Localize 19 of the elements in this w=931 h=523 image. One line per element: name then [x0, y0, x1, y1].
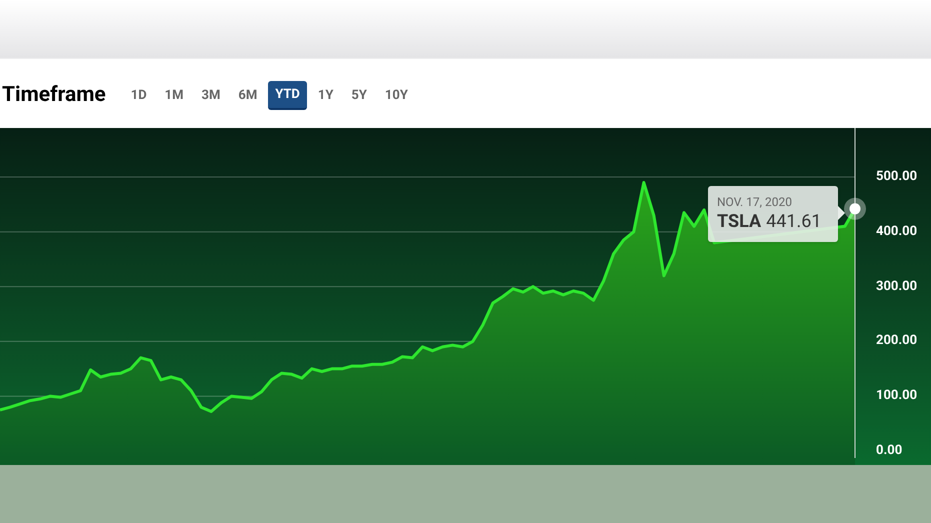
- timeframe-title: Timeframe: [2, 82, 106, 109]
- tooltip-date: NOV. 17, 2020: [717, 195, 793, 209]
- tooltip-value: 441.61: [766, 211, 822, 233]
- hover-point: [844, 198, 866, 220]
- y-axis-label: 300.00: [876, 278, 918, 295]
- timeframe-tab[interactable]: 10Y: [378, 81, 415, 110]
- y-axis-label: 500.00: [876, 169, 918, 186]
- timeframe-tab[interactable]: 1D: [124, 81, 154, 110]
- y-axis-label: 100.00: [876, 388, 918, 404]
- timeframe-tab[interactable]: 1M: [158, 81, 191, 110]
- timeframe-tab[interactable]: YTD: [268, 81, 307, 110]
- timeframe-tab[interactable]: 3M: [194, 81, 228, 110]
- timeframe-tab[interactable]: 6M: [231, 81, 264, 110]
- y-axis-label: 0.00: [876, 443, 902, 459]
- y-axis-label: 200.00: [876, 333, 918, 350]
- tooltip-symbol: TSLA: [717, 211, 762, 233]
- timeframe-tab[interactable]: 5Y: [344, 81, 374, 110]
- timeframe-tab[interactable]: 1Y: [310, 81, 340, 110]
- y-axis-label: 400.00: [876, 224, 918, 240]
